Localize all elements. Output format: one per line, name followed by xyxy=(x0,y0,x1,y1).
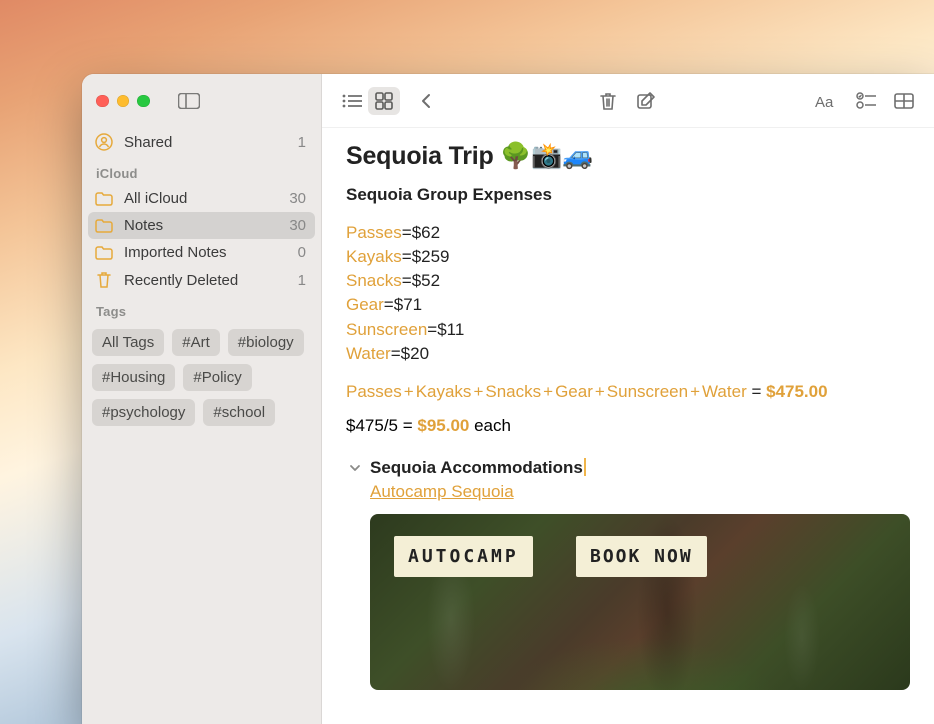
sidebar-item-all-icloud[interactable]: All iCloud 30 xyxy=(82,185,321,212)
expense-lines: Passes=$62 Kayaks=$259 Snacks=$52 Gear=$… xyxy=(346,221,910,366)
sidebar-item-label: Recently Deleted xyxy=(124,272,238,289)
delete-note-button[interactable] xyxy=(592,87,624,115)
close-window-button[interactable] xyxy=(96,95,109,108)
text-format-icon: Aa xyxy=(815,92,841,110)
chevron-down-icon xyxy=(349,462,361,474)
view-mode-segment xyxy=(336,87,400,115)
autocamp-link[interactable]: Autocamp Sequoia xyxy=(370,482,514,501)
tag-psychology[interactable]: #psychology xyxy=(92,399,195,426)
chevron-left-icon xyxy=(420,93,432,109)
expense-line: Kayaks=$259 xyxy=(346,245,910,269)
toolbar: Aa xyxy=(322,74,934,128)
window-controls xyxy=(96,95,150,108)
expense-line: Snacks=$52 xyxy=(346,269,910,293)
expense-line: Sunscreen=$11 xyxy=(346,318,910,342)
new-note-button[interactable] xyxy=(630,87,662,115)
fullscreen-window-button[interactable] xyxy=(137,95,150,108)
sidebar-item-label: Shared xyxy=(124,134,172,151)
accommodations-heading-text: Sequoia Accommodations xyxy=(370,458,586,478)
text-cursor xyxy=(584,458,586,476)
sidebar-item-imported-notes[interactable]: Imported Notes 0 xyxy=(82,239,321,266)
sidebar-item-label: Notes xyxy=(124,217,163,234)
table-icon xyxy=(894,93,914,109)
note-content[interactable]: Sequoia Trip 🌳📸🚙 Sequoia Group Expenses … xyxy=(322,128,934,690)
compose-icon xyxy=(636,91,656,111)
sum-formula: Passes+Kayaks+Snacks+Gear+Sunscreen+Wate… xyxy=(346,382,910,402)
folder-icon xyxy=(94,246,114,260)
sidebar-section-icloud[interactable]: iCloud xyxy=(82,156,321,185)
svg-text:Aa: Aa xyxy=(815,94,834,110)
sidebar-section-tags[interactable]: Tags xyxy=(82,294,321,323)
format-button[interactable]: Aa xyxy=(812,87,844,115)
list-icon xyxy=(342,94,362,108)
tag-housing[interactable]: #Housing xyxy=(92,364,175,391)
list-view-button[interactable] xyxy=(336,87,368,115)
folder-icon xyxy=(94,219,114,233)
sidebar-icon xyxy=(178,93,200,109)
checklist-icon xyxy=(856,92,876,110)
folder-icon xyxy=(94,192,114,206)
accommodation-link-line: Autocamp Sequoia xyxy=(370,482,910,502)
sidebar-item-shared[interactable]: Shared 1 xyxy=(82,128,321,156)
tags-container: All Tags #Art #biology #Housing #Policy … xyxy=(82,323,321,426)
sidebar-item-label: All iCloud xyxy=(124,190,187,207)
checklist-button[interactable] xyxy=(850,87,882,115)
tag-art[interactable]: #Art xyxy=(172,329,220,356)
minimize-window-button[interactable] xyxy=(117,95,130,108)
sidebar: Shared 1 iCloud All iCloud 30 Notes 30 I… xyxy=(82,74,322,724)
sidebar-item-count: 1 xyxy=(298,134,306,151)
accommodations-heading: Sequoia Accommodations xyxy=(346,458,910,478)
sidebar-item-notes[interactable]: Notes 30 xyxy=(88,212,315,239)
per-person-line: $475/5 = $95.00 each xyxy=(346,416,910,436)
attachment-book-button[interactable]: BOOK NOW xyxy=(576,536,707,577)
trash-icon xyxy=(94,271,114,289)
sidebar-item-label: Imported Notes xyxy=(124,244,227,261)
tag-school[interactable]: #school xyxy=(203,399,275,426)
expense-line: Gear=$71 xyxy=(346,293,910,317)
attachment-logo: AUTOCAMP xyxy=(394,536,533,577)
toggle-sidebar-button[interactable] xyxy=(174,89,204,113)
note-title: Sequoia Trip 🌳📸🚙 xyxy=(346,142,910,171)
back-button[interactable] xyxy=(410,87,442,115)
sidebar-item-recently-deleted[interactable]: Recently Deleted 1 xyxy=(82,266,321,294)
expense-line: Passes=$62 xyxy=(346,221,910,245)
expense-line: Water=$20 xyxy=(346,342,910,366)
gallery-view-button[interactable] xyxy=(368,87,400,115)
tag-all[interactable]: All Tags xyxy=(92,329,164,356)
tag-biology[interactable]: #biology xyxy=(228,329,304,356)
note-subheading: Sequoia Group Expenses xyxy=(346,185,910,205)
sidebar-item-count: 30 xyxy=(289,190,306,207)
grid-icon xyxy=(375,92,393,110)
table-button[interactable] xyxy=(888,87,920,115)
main-pane: Aa Sequoia Trip 🌳📸🚙 Sequoia Group Expens… xyxy=(322,74,934,724)
sidebar-item-count: 1 xyxy=(298,272,306,289)
app-window: Shared 1 iCloud All iCloud 30 Notes 30 I… xyxy=(82,74,934,724)
titlebar xyxy=(82,74,321,128)
disclosure-toggle[interactable] xyxy=(346,462,364,474)
tag-policy[interactable]: #Policy xyxy=(183,364,251,391)
sidebar-item-count: 0 xyxy=(298,244,306,261)
sidebar-item-count: 30 xyxy=(289,217,306,234)
link-preview-attachment[interactable]: AUTOCAMP BOOK NOW xyxy=(370,514,910,690)
trash-icon xyxy=(599,91,617,111)
shared-icon xyxy=(94,133,114,151)
